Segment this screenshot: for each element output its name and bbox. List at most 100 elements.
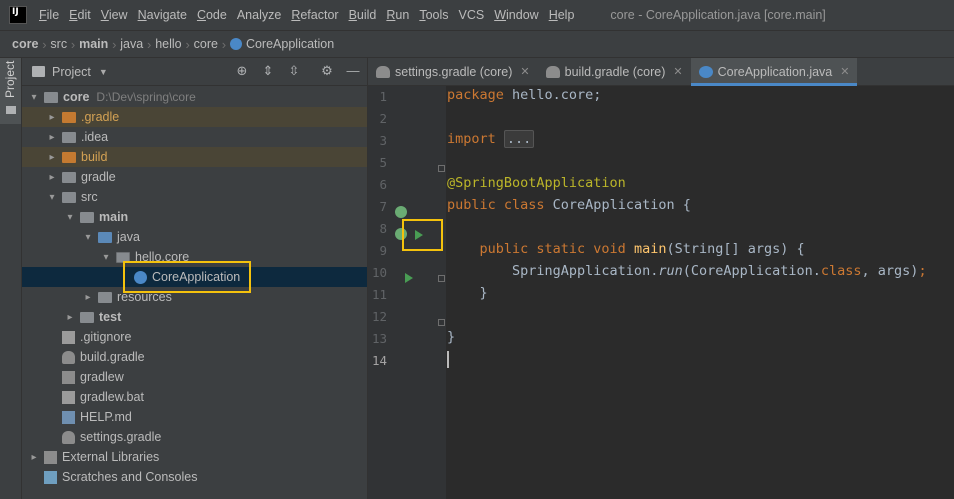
gradle-icon-icon (62, 350, 75, 364)
tree-item[interactable]: ▸ .idea (22, 127, 367, 147)
line-number: 13 (371, 331, 387, 346)
chevron-down-icon[interactable]: ▾ (46, 192, 58, 203)
tree-item-label: src (81, 190, 98, 204)
chevron-down-icon[interactable]: ▼ (99, 67, 108, 77)
tree-item[interactable]: ▾ java (22, 227, 367, 247)
close-icon[interactable]: ✕ (673, 65, 682, 78)
breadcrumb-item[interactable]: hello (155, 37, 181, 51)
editor-tab-label: settings.gradle (core) (395, 64, 513, 79)
menu-file[interactable]: File (35, 8, 65, 22)
breadcrumb-item[interactable]: core (194, 37, 218, 51)
menu-refactor[interactable]: Refactor (287, 8, 344, 22)
chevron-right-icon[interactable]: ▸ (46, 112, 58, 123)
tree-item-label: .gitignore (80, 330, 132, 344)
project-view-selector[interactable]: Project (52, 65, 91, 79)
close-icon[interactable]: ✕ (520, 65, 529, 78)
line-number: 12 (371, 309, 387, 324)
spring-bean-icon[interactable] (395, 206, 407, 218)
run-main-icon[interactable] (405, 273, 413, 283)
tree-item[interactable]: .gitignore (22, 327, 367, 347)
editor-tab[interactable]: CoreApplication.java ✕ (690, 58, 858, 86)
folder-gray-icon (62, 191, 76, 203)
tree-item[interactable]: settings.gradle (22, 427, 367, 447)
window-title: core - CoreApplication.java [core.main] (610, 8, 826, 22)
chevron-down-icon[interactable]: ▾ (100, 252, 112, 263)
locate-target-icon[interactable]: ⊕ (234, 63, 250, 79)
menu-tools[interactable]: Tools (415, 8, 454, 22)
text-caret (447, 351, 449, 368)
breadcrumb-item[interactable]: CoreApplication (246, 37, 334, 51)
tree-item[interactable]: ▾ core D:\Dev\spring\core (22, 87, 367, 107)
collapse-all-icon[interactable]: ⇳ (286, 63, 302, 79)
chevron-right-icon[interactable]: ▸ (46, 172, 58, 183)
editor-gutter: 1 2 3 5 6 7 8 9 10 11 12 13 14 (368, 86, 446, 499)
breadcrumb-item[interactable]: core (12, 37, 38, 51)
minimize-icon[interactable]: — (345, 63, 361, 79)
breadcrumb-item[interactable]: main (79, 37, 108, 51)
tree-item-label: test (99, 310, 122, 324)
tree-item-label: settings.gradle (80, 430, 162, 444)
fold-marker-icon[interactable] (438, 165, 445, 172)
tree-item[interactable]: ▸ gradle (22, 167, 367, 187)
tree-item[interactable]: gradlew (22, 367, 367, 387)
menu-build[interactable]: Build (345, 8, 383, 22)
menu-vcs[interactable]: VCS (455, 8, 491, 22)
menu-edit[interactable]: Edit (65, 8, 97, 22)
gradle-icon (376, 65, 390, 78)
chevron-down-icon[interactable]: ▾ (28, 92, 40, 103)
gear-icon[interactable]: ⚙ (319, 63, 335, 79)
terminal-file-icon (62, 370, 75, 384)
chevron-down-icon[interactable]: ▾ (82, 232, 94, 243)
chevron-right-icon[interactable]: ▸ (46, 132, 58, 143)
project-tool-window-tab[interactable]: Project (0, 58, 21, 124)
tree-item[interactable]: ▾ main (22, 207, 367, 227)
fold-marker-icon[interactable] (438, 275, 445, 282)
expand-all-icon[interactable]: ⇕ (260, 63, 276, 79)
folder-blue-icon (98, 231, 112, 243)
line-number: 3 (379, 133, 387, 148)
breadcrumb-item[interactable]: src (50, 37, 67, 51)
tree-item[interactable]: ▸ External Libraries (22, 447, 367, 467)
menu-run[interactable]: Run (382, 8, 415, 22)
close-icon[interactable]: ✕ (840, 65, 849, 78)
file-gitignore-icon (62, 330, 75, 344)
project-path: D:\Dev\spring\core (96, 90, 196, 104)
tree-item[interactable]: Scratches and Consoles (22, 467, 367, 487)
line-number: 2 (379, 111, 387, 126)
tree-item-label: build (81, 150, 108, 164)
tree-item[interactable]: ▸ build (22, 147, 367, 167)
fold-marker-icon[interactable] (438, 319, 445, 326)
intellij-logo-icon (9, 6, 27, 24)
file-text-icon (62, 390, 75, 404)
menu-view[interactable]: View (97, 8, 134, 22)
menu-navigate[interactable]: Navigate (134, 8, 193, 22)
menu-analyze[interactable]: Analyze (233, 8, 287, 22)
chevron-right-icon[interactable]: ▸ (82, 292, 94, 303)
code-editor[interactable]: package hello.core; import ... @SpringBo… (447, 86, 954, 499)
breadcrumb-separator-icon: › (112, 36, 117, 52)
editor-tab-label: CoreApplication.java (717, 64, 833, 79)
tree-item[interactable]: ▸ .gradle (22, 107, 367, 127)
chevron-right-icon[interactable]: ▸ (46, 152, 58, 163)
code-line-10: SpringApplication.run(CoreApplication.cl… (447, 263, 927, 279)
code-line-13: } (447, 329, 456, 345)
highlight-box-run-button (402, 219, 443, 251)
menu-code[interactable]: Code (193, 8, 233, 22)
tree-item[interactable]: ▾ src (22, 187, 367, 207)
tree-item[interactable]: ▸ test (22, 307, 367, 327)
menu-window[interactable]: Window (490, 8, 544, 22)
menu-items: File Edit View Navigate Code Analyze Refactor B… (35, 8, 580, 22)
breadcrumb-separator-icon: › (221, 36, 227, 52)
line-number: 9 (379, 243, 387, 258)
chevron-down-icon[interactable]: ▾ (64, 212, 76, 223)
folder-gray-icon (44, 91, 58, 103)
breadcrumb-item[interactable]: java (120, 37, 143, 51)
editor-tab[interactable]: settings.gradle (core) ✕ (368, 58, 538, 85)
tree-item[interactable]: HELP.md (22, 407, 367, 427)
menu-help[interactable]: Help (545, 8, 581, 22)
editor-tab[interactable]: build.gradle (core) ✕ (538, 58, 691, 85)
chevron-right-icon[interactable]: ▸ (28, 452, 40, 463)
tree-item[interactable]: build.gradle (22, 347, 367, 367)
tree-item[interactable]: gradlew.bat (22, 387, 367, 407)
chevron-right-icon[interactable]: ▸ (64, 312, 76, 323)
